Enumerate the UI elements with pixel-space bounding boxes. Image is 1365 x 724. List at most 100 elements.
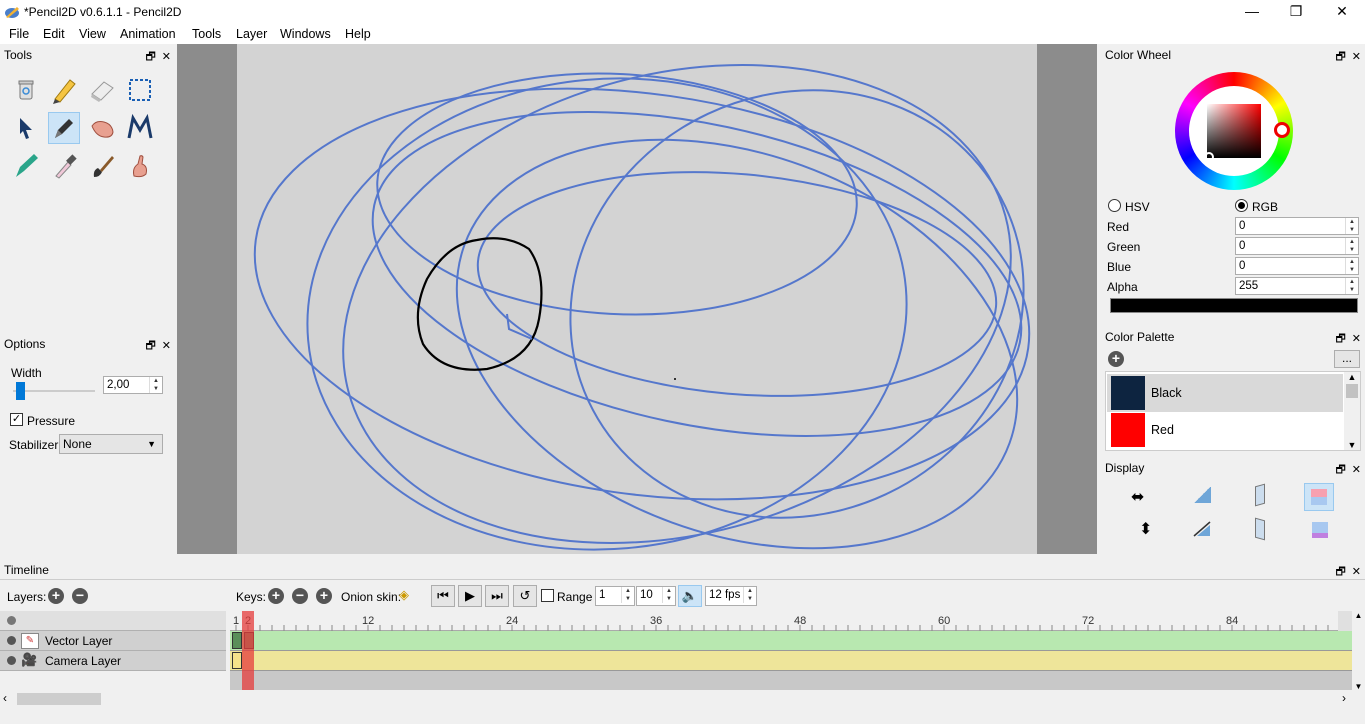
menu-edit[interactable]: Edit: [43, 27, 65, 41]
width-slider-track[interactable]: [13, 390, 95, 392]
undock-icon[interactable]: 🗗: [1335, 566, 1345, 578]
polyline-tool-button[interactable]: [10, 150, 42, 182]
menu-file[interactable]: File: [9, 27, 29, 41]
palette-item-black[interactable]: Black: [1107, 374, 1343, 412]
remove-key-button[interactable]: −: [292, 588, 308, 604]
play-button[interactable]: ▶: [458, 585, 482, 607]
maximize-button[interactable]: ❐: [1273, 0, 1319, 24]
hand-tool-button[interactable]: [86, 112, 118, 144]
outline-icon[interactable]: [1193, 521, 1211, 537]
blue-spinbox[interactable]: 0 ▲ ▼: [1235, 257, 1359, 275]
keyframe[interactable]: [232, 632, 242, 649]
spin-arrows-icon[interactable]: ▲ ▼: [1345, 218, 1358, 234]
vector-layer-track[interactable]: [230, 631, 1352, 651]
hsv-radio[interactable]: [1108, 199, 1121, 212]
skip-back-button[interactable]: ⏮: [431, 585, 455, 607]
remove-layer-button[interactable]: −: [72, 588, 88, 604]
chevron-right-icon[interactable]: ›: [1342, 691, 1346, 705]
skip-forward-button[interactable]: ⏭: [485, 585, 509, 607]
drawing-canvas[interactable]: [177, 44, 1097, 554]
sound-toggle-button[interactable]: 🔈: [678, 585, 702, 607]
layer-row-vector[interactable]: ✎ Vector Layer: [0, 631, 226, 651]
close-icon[interactable]: ✕: [1352, 333, 1361, 345]
close-icon[interactable]: ✕: [1352, 566, 1361, 578]
spin-arrows-icon[interactable]: ▲ ▼: [1345, 258, 1358, 274]
onion-mode-icon[interactable]: [1312, 522, 1328, 538]
spin-arrows-icon[interactable]: ▲ ▼: [621, 587, 634, 603]
red-spinbox[interactable]: 0 ▲ ▼: [1235, 217, 1359, 235]
pencil-tool-button[interactable]: [48, 74, 80, 106]
bucket-tool-button[interactable]: [124, 150, 156, 182]
brush-tool-button[interactable]: [86, 150, 118, 182]
spin-arrows-icon[interactable]: ▲ ▼: [149, 377, 162, 393]
onion-skin-icon[interactable]: ◈: [399, 587, 409, 603]
undock-icon[interactable]: 🗗: [145, 51, 155, 63]
smudge-tool-button[interactable]: [124, 112, 156, 144]
playhead[interactable]: [242, 611, 254, 691]
onion-blue-red-toggle[interactable]: [1304, 483, 1334, 511]
hue-picker-handle[interactable]: [1274, 122, 1290, 138]
menu-view[interactable]: View: [79, 27, 106, 41]
clear-tool-button[interactable]: [10, 74, 42, 106]
select-tool-button[interactable]: [124, 74, 156, 106]
onion-prev-icon[interactable]: [1255, 483, 1265, 507]
menu-layer[interactable]: Layer: [236, 27, 267, 41]
range-checkbox[interactable]: [541, 589, 554, 602]
close-icon[interactable]: ✕: [162, 340, 171, 352]
chevron-down-icon[interactable]: ▼: [1344, 440, 1360, 450]
minimize-button[interactable]: —: [1229, 0, 1275, 24]
close-icon[interactable]: ✕: [1352, 464, 1361, 476]
flip-vertical-icon[interactable]: ⬍: [1139, 519, 1152, 539]
layer-row-camera[interactable]: 🎥 Camera Layer: [0, 651, 226, 671]
duplicate-key-button[interactable]: +: [316, 588, 332, 604]
alpha-spinbox[interactable]: 255 ▲ ▼: [1235, 277, 1359, 295]
scrollbar-thumb[interactable]: [1346, 384, 1358, 398]
flip-horizontal-icon[interactable]: ⬌: [1131, 487, 1144, 507]
menu-help[interactable]: Help: [345, 27, 371, 41]
spin-arrows-icon[interactable]: ▲ ▼: [743, 587, 756, 603]
camera-layer-track[interactable]: [230, 651, 1352, 671]
range-end-spinbox[interactable]: 10 ▲ ▼: [636, 586, 676, 606]
move-tool-button[interactable]: [10, 112, 42, 144]
spin-arrows-icon[interactable]: ▲ ▼: [1345, 278, 1358, 294]
width-slider-thumb[interactable]: [15, 382, 25, 400]
visibility-all-icon[interactable]: [7, 616, 16, 625]
menu-windows[interactable]: Windows: [280, 27, 331, 41]
frame-ruler[interactable]: 1 2 12 24 36 48 60 72 84: [230, 611, 1352, 631]
undock-icon[interactable]: 🗗: [1335, 51, 1345, 63]
spin-arrows-icon[interactable]: ▲ ▼: [662, 587, 675, 603]
undock-icon[interactable]: 🗗: [1335, 333, 1345, 345]
onion-next-icon[interactable]: [1255, 517, 1265, 541]
menu-tools[interactable]: Tools: [192, 27, 221, 41]
keyframe[interactable]: [232, 652, 242, 669]
undock-icon[interactable]: 🗗: [1335, 464, 1345, 476]
chevron-down-icon[interactable]: ▼: [1352, 682, 1365, 691]
close-icon[interactable]: ✕: [1352, 51, 1361, 63]
palette-scrollbar[interactable]: ▲ ▼: [1344, 372, 1360, 450]
timeline-vscrollbar[interactable]: ▲ ▼: [1352, 611, 1365, 691]
visibility-icon[interactable]: [7, 656, 16, 665]
pressure-checkbox[interactable]: ✓: [10, 413, 23, 426]
green-spinbox[interactable]: 0 ▲ ▼: [1235, 237, 1359, 255]
fps-spinbox[interactable]: 12 fps ▲ ▼: [705, 586, 757, 606]
chevron-up-icon[interactable]: ▲: [1352, 611, 1365, 620]
width-spinbox[interactable]: 2,00 ▲ ▼: [103, 376, 163, 394]
loop-button[interactable]: ↺: [513, 585, 537, 607]
add-key-button[interactable]: +: [268, 588, 284, 604]
palette-item-red[interactable]: Red: [1107, 412, 1343, 450]
add-color-button[interactable]: +: [1108, 351, 1124, 367]
close-window-button[interactable]: ✕: [1319, 0, 1365, 24]
close-icon[interactable]: ✕: [162, 51, 171, 63]
sv-picker-handle[interactable]: [1204, 152, 1214, 162]
timeline-hscrollbar[interactable]: ‹ ›: [0, 690, 1352, 708]
eraser-tool-button[interactable]: [86, 74, 118, 106]
stabilizer-select[interactable]: None ▼: [59, 434, 163, 454]
menu-animation[interactable]: Animation: [120, 27, 176, 41]
pen-tool-button[interactable]: [48, 112, 80, 144]
chevron-left-icon[interactable]: ‹: [3, 691, 7, 705]
saturation-value-square[interactable]: [1207, 104, 1261, 158]
palette-menu-button[interactable]: ...: [1334, 350, 1360, 368]
undock-icon[interactable]: 🗗: [145, 340, 155, 352]
eyedropper-tool-button[interactable]: [48, 150, 80, 182]
spin-arrows-icon[interactable]: ▲ ▼: [1345, 238, 1358, 254]
